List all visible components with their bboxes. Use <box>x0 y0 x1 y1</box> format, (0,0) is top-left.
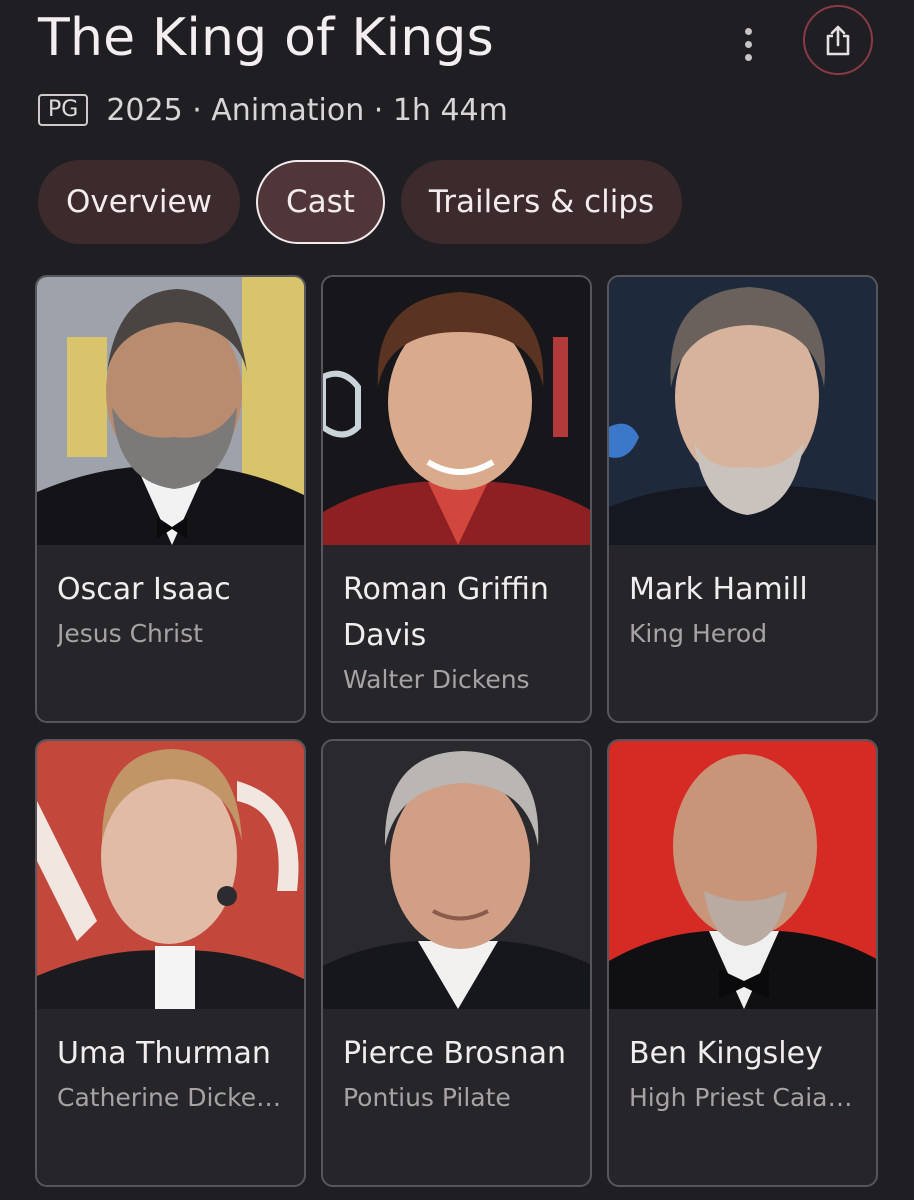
cast-role: High Priest Caia… <box>629 1083 853 1112</box>
more-options-button[interactable] <box>730 22 766 66</box>
cast-role: Pontius Pilate <box>343 1083 511 1112</box>
share-icon <box>826 25 850 56</box>
tab-overview[interactable]: Overview <box>38 160 240 244</box>
page-title: The King of Kings <box>38 8 494 68</box>
cast-name: Oscar Isaac <box>57 572 231 607</box>
cast-card[interactable]: Oscar Isaac Jesus Christ <box>35 275 306 723</box>
more-vert-icon <box>744 27 752 35</box>
cast-name: Roman Griffin Davis <box>343 572 549 653</box>
cast-card[interactable]: Roman Griffin Davis Walter Dickens <box>321 275 592 723</box>
rating-badge: PG <box>38 94 89 126</box>
movie-meta: PG 2025 · Animation · 1h 44m <box>38 90 508 130</box>
cast-name: Ben Kingsley <box>629 1036 823 1071</box>
cast-name: Pierce Brosnan <box>343 1036 567 1071</box>
cast-photo <box>609 741 876 1009</box>
cast-grid: Oscar Isaac Jesus Christ Roman Griffin D… <box>35 275 878 1187</box>
cast-name: Mark Hamill <box>629 572 808 607</box>
cast-photo <box>37 741 304 1009</box>
cast-card[interactable]: Uma Thurman Catherine Dickens <box>35 739 306 1187</box>
meta-text: 2025 · Animation · 1h 44m <box>106 92 508 128</box>
cast-photo <box>323 741 590 1009</box>
cast-photo <box>37 277 304 545</box>
cast-role: Walter Dickens <box>343 665 530 694</box>
share-button[interactable] <box>803 5 873 75</box>
cast-card[interactable]: Mark Hamill King Herod <box>607 275 878 723</box>
cast-name: Uma Thurman <box>57 1036 271 1071</box>
cast-photo <box>609 277 876 545</box>
cast-role: Jesus Christ <box>57 619 203 648</box>
tab-trailers[interactable]: Trailers & clips <box>400 160 683 244</box>
tab-bar: Overview Cast Trailers & clips <box>38 160 683 244</box>
tab-cast[interactable]: Cast <box>255 160 385 244</box>
cast-card[interactable]: Ben Kingsley High Priest Caia… <box>607 739 878 1187</box>
cast-role: Catherine Dickens <box>57 1083 284 1112</box>
cast-photo <box>323 277 590 545</box>
cast-role: King Herod <box>629 619 768 648</box>
cast-card[interactable]: Pierce Brosnan Pontius Pilate <box>321 739 592 1187</box>
